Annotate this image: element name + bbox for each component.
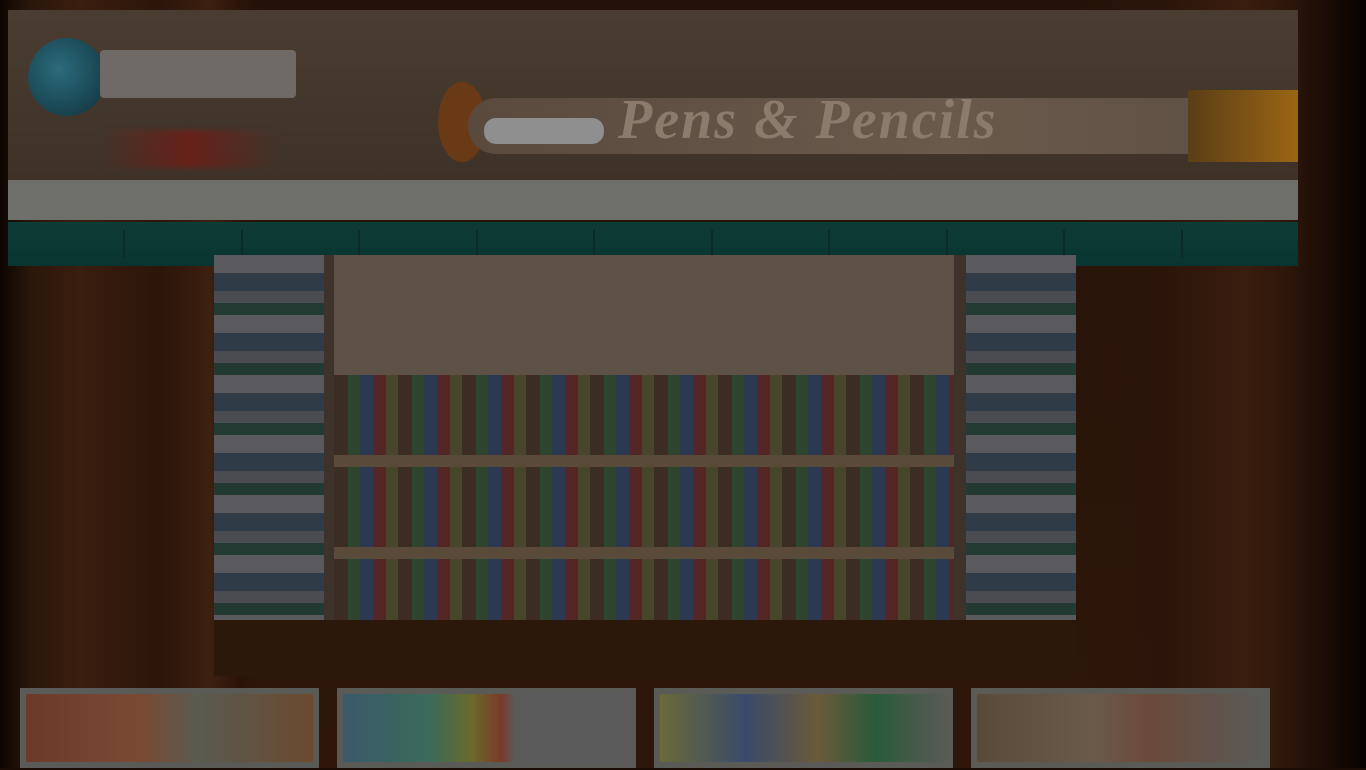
logo-globe-icon [28, 38, 106, 116]
card-thumbnail [26, 694, 313, 762]
card-thumbnail [977, 694, 1264, 762]
hero-shelf-row [334, 375, 954, 455]
nav-divider [945, 230, 948, 258]
nav-divider [828, 230, 831, 258]
featured-card[interactable] [971, 688, 1270, 768]
nav-divider [593, 230, 596, 258]
nav-divider [710, 230, 713, 258]
site-header: Pens & Pencils [8, 10, 1298, 180]
hero-caption[interactable] [214, 620, 1076, 676]
hero-slideshow-image[interactable] [214, 255, 1076, 620]
nav-divider [1063, 230, 1066, 258]
hero-shelf [334, 547, 954, 559]
featured-card[interactable] [654, 688, 953, 768]
announcement-strip [8, 180, 1298, 220]
hero-wall [334, 255, 954, 375]
hero-shelf [334, 455, 954, 467]
logo-tagline [98, 130, 278, 168]
announcement-text[interactable] [518, 180, 1298, 220]
nav-divider [240, 230, 243, 258]
hero-display-rack-right [966, 255, 1076, 620]
banner-pen-clip [484, 118, 604, 144]
card-thumbnail [343, 694, 630, 762]
featured-cards [20, 688, 1270, 768]
featured-card[interactable] [20, 688, 319, 768]
banner-pen-end [1188, 90, 1298, 162]
header-banner: Pens & Pencils [438, 70, 1298, 165]
card-thumbnail [660, 694, 947, 762]
nav-divider [358, 230, 361, 258]
hero-shelf-row [334, 559, 954, 620]
nav-divider [475, 230, 478, 258]
nav-divider [1180, 230, 1183, 258]
hero-display-rack-left [214, 255, 324, 620]
banner-title: Pens & Pencils [618, 89, 998, 151]
logo-wordmark [100, 50, 296, 98]
hero-shelf-row [334, 467, 954, 547]
featured-card[interactable] [337, 688, 636, 768]
nav-divider [123, 230, 126, 258]
